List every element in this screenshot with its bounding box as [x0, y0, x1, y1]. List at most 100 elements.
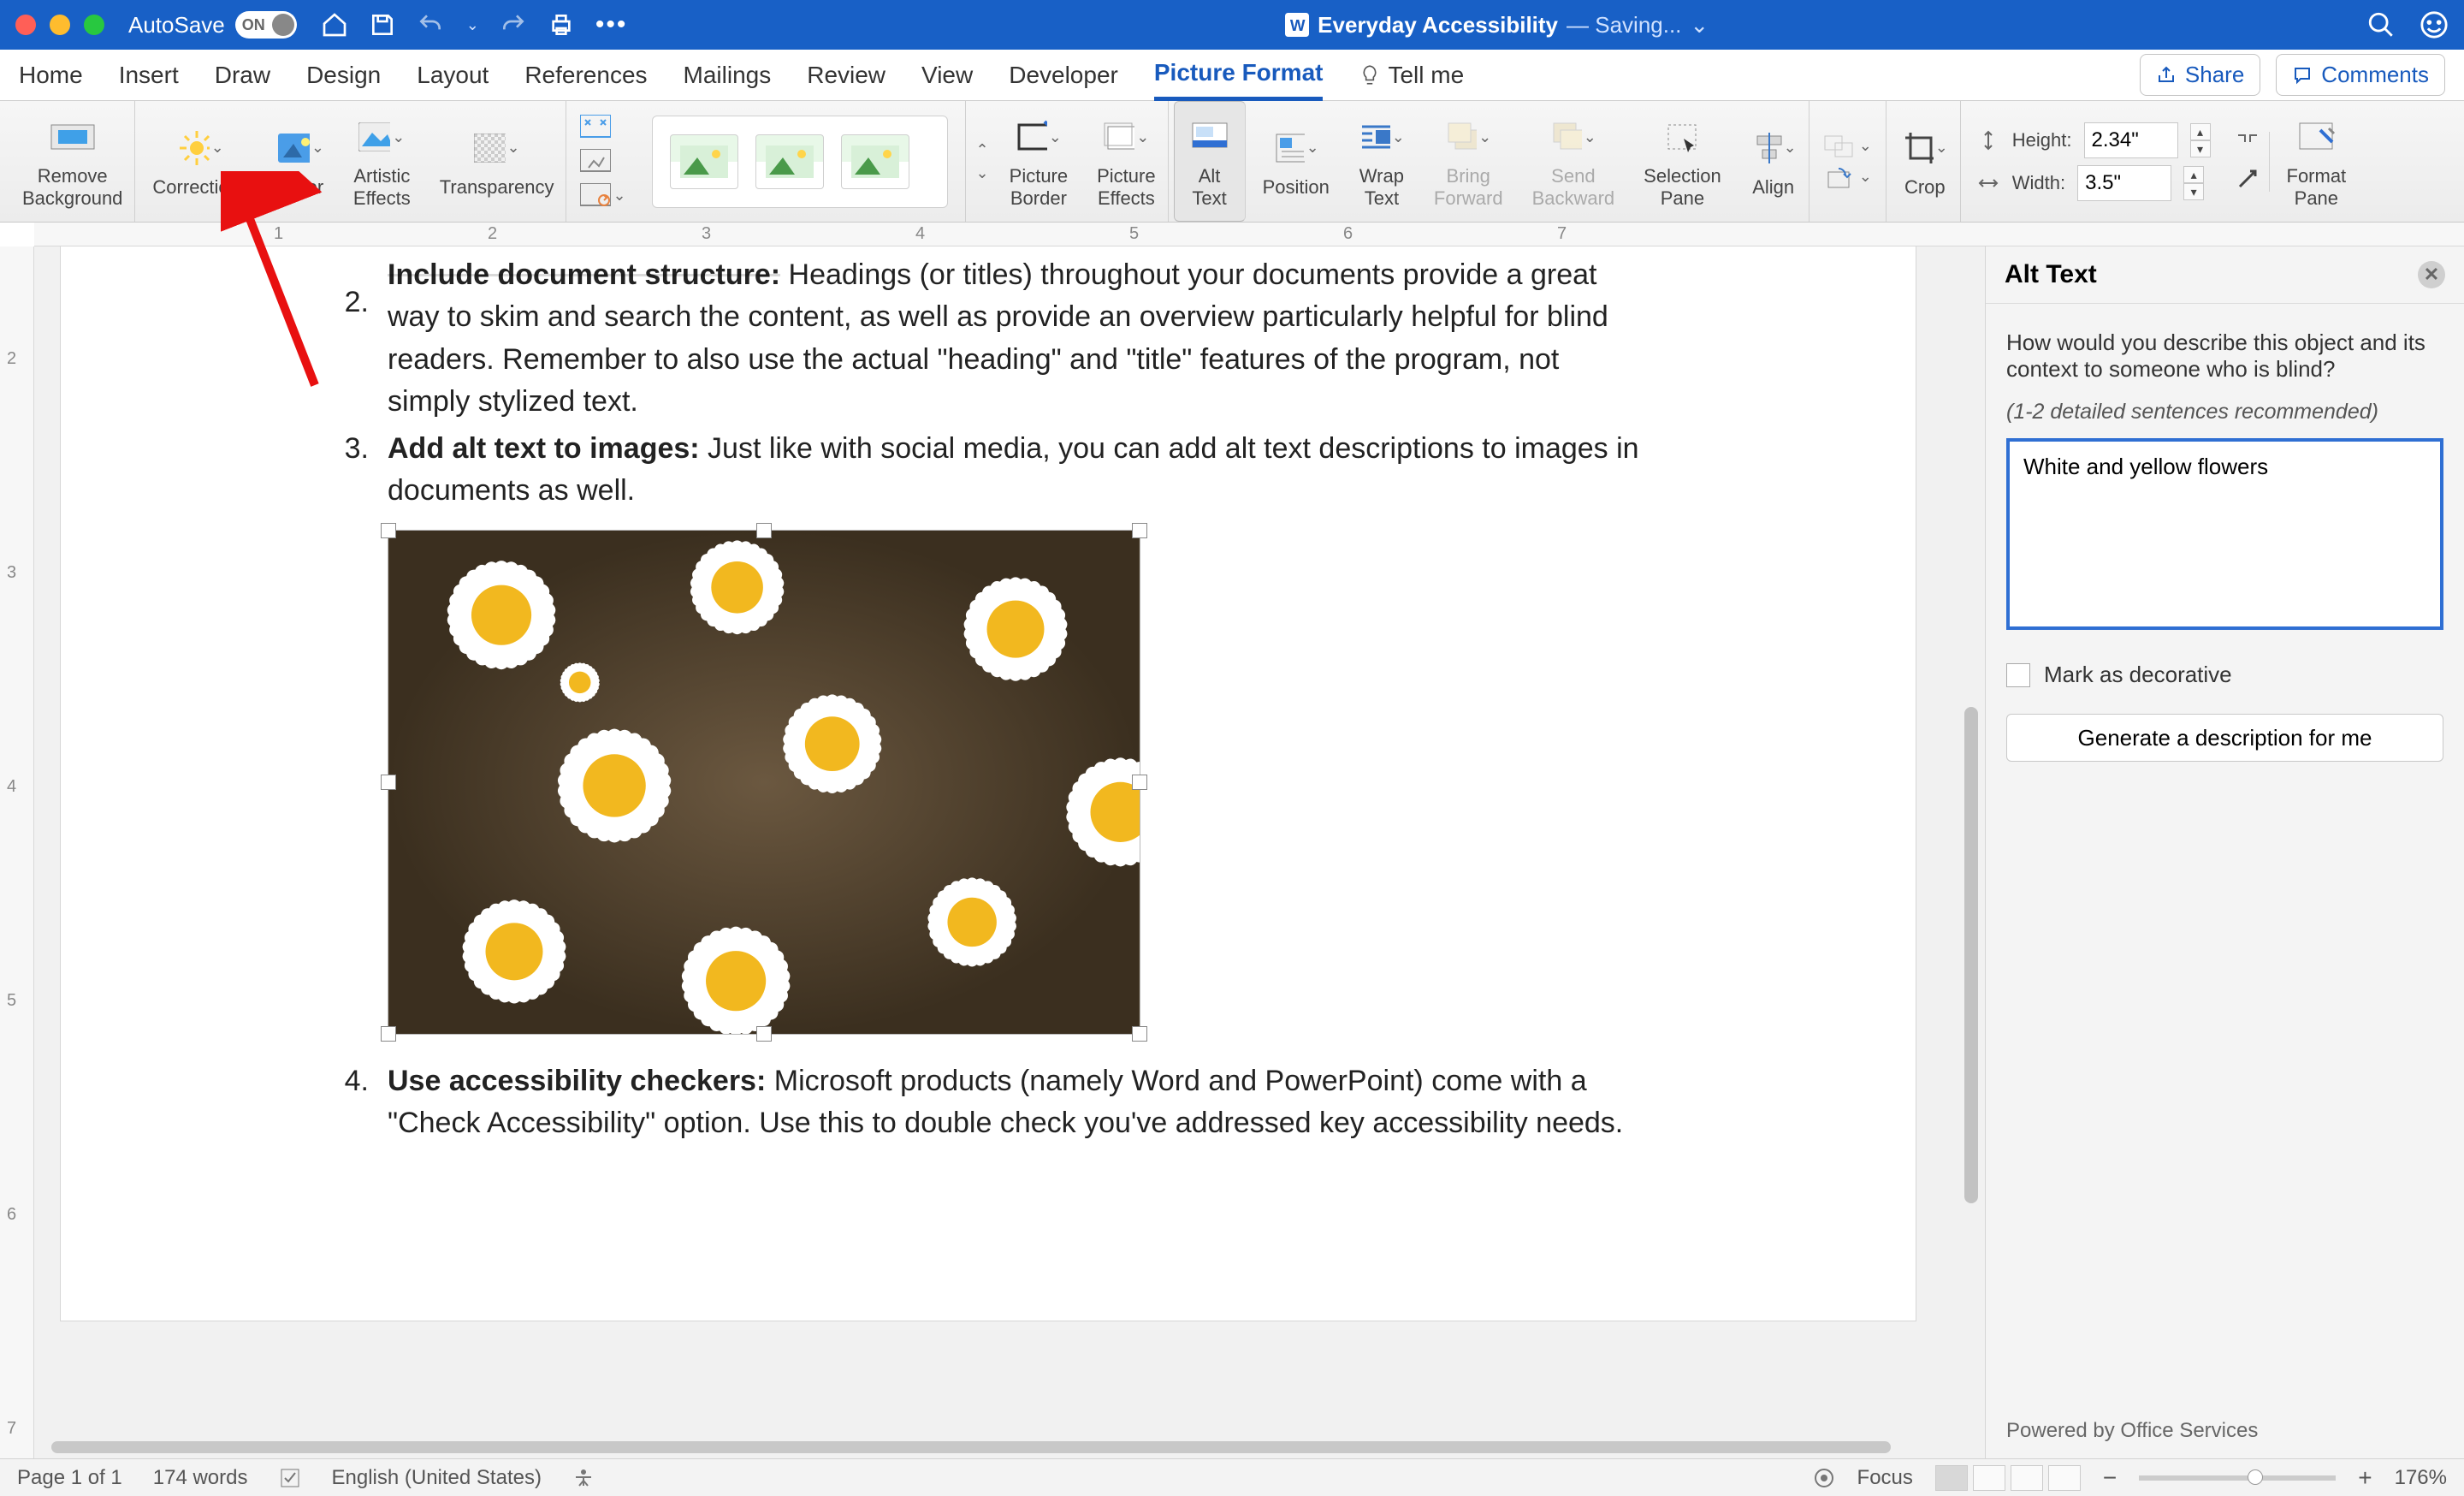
alt-text-footer: Powered by Office Services	[1986, 1404, 2464, 1458]
resize-handle[interactable]	[1132, 523, 1147, 538]
list-item-2[interactable]: 2. Include document structure: Headings …	[335, 282, 1642, 423]
zoom-level[interactable]: 176%	[2395, 1466, 2447, 1490]
reset-size-icon[interactable]	[2235, 166, 2260, 192]
web-layout-view[interactable]	[2011, 1465, 2043, 1491]
height-down[interactable]: ▾	[2190, 140, 2211, 157]
home-icon[interactable]	[321, 11, 348, 39]
title-dropdown[interactable]: ⌄	[1690, 12, 1709, 39]
compress-pictures-icon[interactable]	[580, 115, 611, 140]
height-input[interactable]	[2084, 122, 2178, 158]
lock-aspect-icon[interactable]	[2235, 132, 2260, 157]
gallery-up[interactable]: ⌃	[976, 141, 989, 159]
document-page[interactable]: 2. Include document structure: Headings …	[60, 246, 1916, 1321]
reset-picture-icon[interactable]	[580, 183, 611, 209]
resize-handle[interactable]	[381, 1026, 396, 1042]
autosave-toggle[interactable]: AutoSave ON	[128, 11, 297, 39]
zoom-out-button[interactable]: −	[2103, 1464, 2117, 1492]
tab-picture-format[interactable]: Picture Format	[1154, 49, 1324, 101]
word-count[interactable]: 174 words	[153, 1466, 248, 1490]
outline-view[interactable]	[2048, 1465, 2081, 1491]
minimize-window-button[interactable]	[50, 15, 70, 35]
close-pane-button[interactable]: ✕	[2418, 261, 2445, 288]
page-indicator[interactable]: Page 1 of 1	[17, 1466, 122, 1490]
list-item-4[interactable]: 4. Use accessibility checkers: Microsoft…	[335, 1060, 1642, 1145]
gallery-down[interactable]: ⌄	[976, 164, 989, 182]
accessibility-status-icon[interactable]	[572, 1467, 595, 1489]
smiley-icon[interactable]	[2420, 10, 2449, 39]
list-item-3[interactable]: 3. Add alt text to images: Just like wit…	[335, 428, 1642, 1055]
format-pane-button[interactable]: Format Pane	[2275, 101, 2359, 222]
resize-handle[interactable]	[1132, 775, 1147, 790]
width-up[interactable]: ▴	[2183, 166, 2204, 183]
zoom-in-button[interactable]: +	[2358, 1464, 2372, 1492]
undo-icon[interactable]	[417, 11, 444, 39]
group-icon[interactable]	[1823, 134, 1854, 158]
undo-dropdown[interactable]: ⌄	[466, 16, 479, 34]
width-input[interactable]	[2077, 165, 2171, 201]
change-picture-icon[interactable]	[580, 149, 611, 175]
height-up[interactable]: ▴	[2190, 123, 2211, 140]
wrap-text-button[interactable]: ⌄ Wrap Text	[1347, 101, 1417, 222]
tab-home[interactable]: Home	[19, 51, 83, 99]
picture-styles-gallery[interactable]	[652, 116, 948, 208]
transparency-button[interactable]: ⌄ Transparency	[428, 101, 567, 222]
resize-handle[interactable]	[756, 1026, 772, 1042]
picture-style-3[interactable]	[841, 134, 909, 189]
remove-background-button[interactable]: Remove Background	[10, 101, 135, 222]
alt-text-button[interactable]: Alt Text	[1174, 101, 1246, 222]
resize-handle[interactable]	[756, 523, 772, 538]
search-icon[interactable]	[2366, 10, 2396, 39]
maximize-window-button[interactable]	[84, 15, 104, 35]
document-area[interactable]: 2. Include document structure: Headings …	[34, 246, 1985, 1458]
resize-handle[interactable]	[381, 523, 396, 538]
resize-handle[interactable]	[381, 775, 396, 790]
tell-me-button[interactable]: Tell me	[1359, 62, 1464, 89]
resize-handle[interactable]	[1132, 1026, 1147, 1042]
picture-style-2[interactable]	[755, 134, 824, 189]
print-layout-view[interactable]	[1935, 1465, 1968, 1491]
tab-review[interactable]: Review	[807, 51, 886, 99]
zoom-slider[interactable]	[2139, 1475, 2336, 1481]
spellcheck-icon[interactable]	[279, 1467, 301, 1489]
more-icon[interactable]: •••	[595, 10, 628, 39]
artistic-effects-button[interactable]: ⌄ Artistic Effects	[341, 101, 423, 222]
close-window-button[interactable]	[15, 15, 36, 35]
tab-developer[interactable]: Developer	[1009, 51, 1118, 99]
decorative-checkbox[interactable]	[2006, 663, 2030, 687]
width-down[interactable]: ▾	[2183, 183, 2204, 200]
bring-forward-button[interactable]: ⌄ Bring Forward	[1422, 101, 1515, 222]
tab-insert[interactable]: Insert	[119, 51, 179, 99]
crop-button[interactable]: ⌄ Crop	[1886, 101, 1961, 222]
print-icon[interactable]	[548, 11, 575, 39]
position-button[interactable]: ⌄ Position	[1251, 101, 1342, 222]
item3-title: Add alt text to images:	[388, 432, 700, 465]
selected-image[interactable]	[388, 530, 1140, 1035]
picture-effects-button[interactable]: ⌄ Picture Effects	[1085, 101, 1168, 222]
tab-layout[interactable]: Layout	[417, 51, 489, 99]
generate-description-button[interactable]: Generate a description for me	[2006, 714, 2443, 762]
share-button[interactable]: Share	[2140, 54, 2260, 96]
horizontal-ruler[interactable]: 1 2 3 4 5 6 7	[34, 223, 2464, 246]
tab-references[interactable]: References	[524, 51, 647, 99]
selection-pane-button[interactable]: Selection Pane	[1632, 101, 1733, 222]
read-mode-view[interactable]	[1973, 1465, 2005, 1491]
rotate-icon[interactable]	[1823, 165, 1854, 189]
vertical-scrollbar[interactable]	[1964, 246, 1981, 1458]
redo-icon[interactable]	[500, 11, 527, 39]
save-icon[interactable]	[369, 11, 396, 39]
focus-button[interactable]: Focus	[1857, 1466, 1913, 1490]
alt-text-input[interactable]	[2006, 438, 2443, 630]
tab-draw[interactable]: Draw	[215, 51, 270, 99]
ribbon: Remove Background ⌄ Corrections ⌄ Color …	[0, 101, 2464, 223]
vertical-ruler[interactable]: 2 3 4 5 6 7	[0, 246, 34, 1458]
tab-design[interactable]: Design	[306, 51, 381, 99]
picture-style-1[interactable]	[670, 134, 738, 189]
align-button[interactable]: ⌄ Align	[1738, 101, 1810, 222]
tab-mailings[interactable]: Mailings	[684, 51, 772, 99]
language-indicator[interactable]: English (United States)	[332, 1466, 542, 1490]
tab-view[interactable]: View	[921, 51, 973, 99]
picture-border-button[interactable]: ⌄ Picture Border	[998, 101, 1080, 222]
send-backward-button[interactable]: ⌄ Send Backward	[1520, 101, 1627, 222]
comments-button[interactable]: Comments	[2276, 54, 2445, 96]
horizontal-scrollbar[interactable]	[51, 1441, 1968, 1457]
